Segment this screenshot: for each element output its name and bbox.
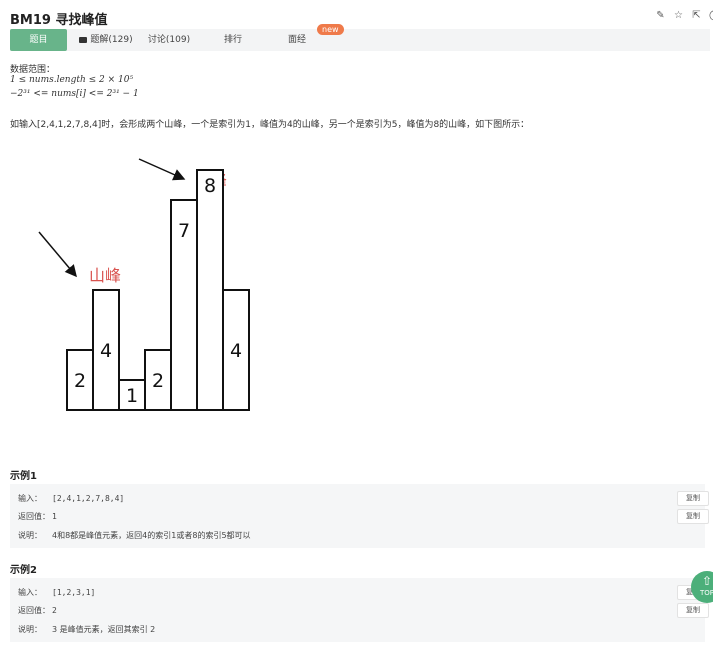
example1-explain-row: 说明： 4和8都是峰值元素，返回4的索引1或者8的索引5都可以 [18, 530, 251, 541]
tab-problem[interactable]: 题目 [10, 29, 67, 51]
problem-title: BM19 寻找峰值 [10, 13, 108, 28]
example2-input-row: 输入： [1,2,3,1] [18, 587, 95, 598]
example1-input: [2,4,1,2,7,8,4] [52, 494, 125, 503]
example2-explain-row: 说明： 3 是峰值元素，返回其索引 2 [18, 624, 155, 635]
bar-label-4: 7 [178, 220, 190, 242]
peak-label-left: 山峰 [89, 266, 121, 285]
range-length: 1 ≤ nums.length ≤ 2 × 10⁵ [10, 75, 134, 85]
explain-label: 说明： [18, 625, 42, 634]
problem-description: 如输入[2,4,1,2,7,8,4]时，会形成两个山峰，一个是索引为1，峰值为4… [10, 120, 530, 130]
example1-title: 示例1 [10, 471, 37, 482]
external-link-icon[interactable]: ⇱ [691, 10, 702, 21]
copy-input-button[interactable]: 复制 [677, 491, 709, 506]
input-label: 输入： [18, 494, 42, 503]
arrow-left-peak [38, 231, 77, 278]
bar-label-1: 4 [100, 340, 112, 362]
tab-solutions-label: 题解(129) [90, 35, 133, 45]
example2-explanation: 3 是峰值元素，返回其索引 2 [52, 625, 156, 634]
return-label: 返回值： [18, 606, 50, 615]
new-badge: new [317, 24, 344, 35]
input-label: 输入： [18, 588, 42, 597]
return-label: 返回值： [18, 512, 50, 521]
example1-input-row: 输入： [2,4,1,2,7,8,4] [18, 493, 124, 504]
range-heading: 数据范围： [10, 65, 56, 75]
bar-label-2: 1 [126, 385, 138, 407]
tab-ranking[interactable]: 排行 [218, 29, 248, 51]
bar-label-3: 2 [152, 370, 164, 392]
example1-return-row: 返回值： 1 [18, 511, 57, 522]
example2-input: [1,2,3,1] [52, 588, 96, 597]
arrow-right-peak [138, 158, 186, 181]
peak-figure: 山峰 山峰 2412784 [38, 158, 250, 411]
tab-discussion[interactable]: 讨论(109) [143, 29, 195, 51]
tab-bar: 题目 题解(129) 讨论(109) 排行 面经 [10, 29, 710, 51]
star-icon[interactable]: ☆ [673, 10, 684, 21]
toolbar-icons: ✎ ☆ ⇱ ◯ [655, 10, 713, 21]
circle-icon[interactable]: ◯ [709, 10, 713, 21]
bar-label-5: 8 [204, 175, 216, 197]
edit-icon[interactable]: ✎ [655, 10, 666, 21]
example2-title: 示例2 [10, 565, 37, 576]
bar-5 [196, 169, 224, 411]
example2-return-row: 返回值： 2 [18, 605, 57, 616]
tab-solutions[interactable]: 题解(129) [76, 29, 136, 51]
copy-return-button[interactable]: 复制 [677, 509, 709, 524]
bar-group: 2412784 [66, 169, 250, 411]
explain-label: 说明： [18, 531, 42, 540]
example2-box: 输入： [1,2,3,1] 返回值： 2 说明： 3 是峰值元素，返回其索引 2 复制… [10, 578, 709, 642]
bar-label-6: 4 [230, 340, 242, 362]
example1-box: 输入： [2,4,1,2,7,8,4] 返回值： 1 说明： 4和8都是峰值元素，返回… [10, 484, 709, 548]
range-values: −2³¹ <= nums[i] <= 2³¹ − 1 [10, 89, 139, 99]
video-icon [79, 36, 88, 43]
tab-interview[interactable]: 面经 [282, 29, 312, 51]
example1-return: 1 [52, 512, 57, 521]
arrow-up-icon: ⇧ [701, 574, 713, 588]
example2-return: 2 [52, 606, 57, 615]
example1-explanation: 4和8都是峰值元素，返回4的索引1或者8的索引5都可以 [52, 531, 251, 540]
bar-label-0: 2 [74, 370, 86, 392]
back-to-top-label: TOP [699, 589, 713, 597]
copy-return-button[interactable]: 复制 [677, 603, 709, 618]
